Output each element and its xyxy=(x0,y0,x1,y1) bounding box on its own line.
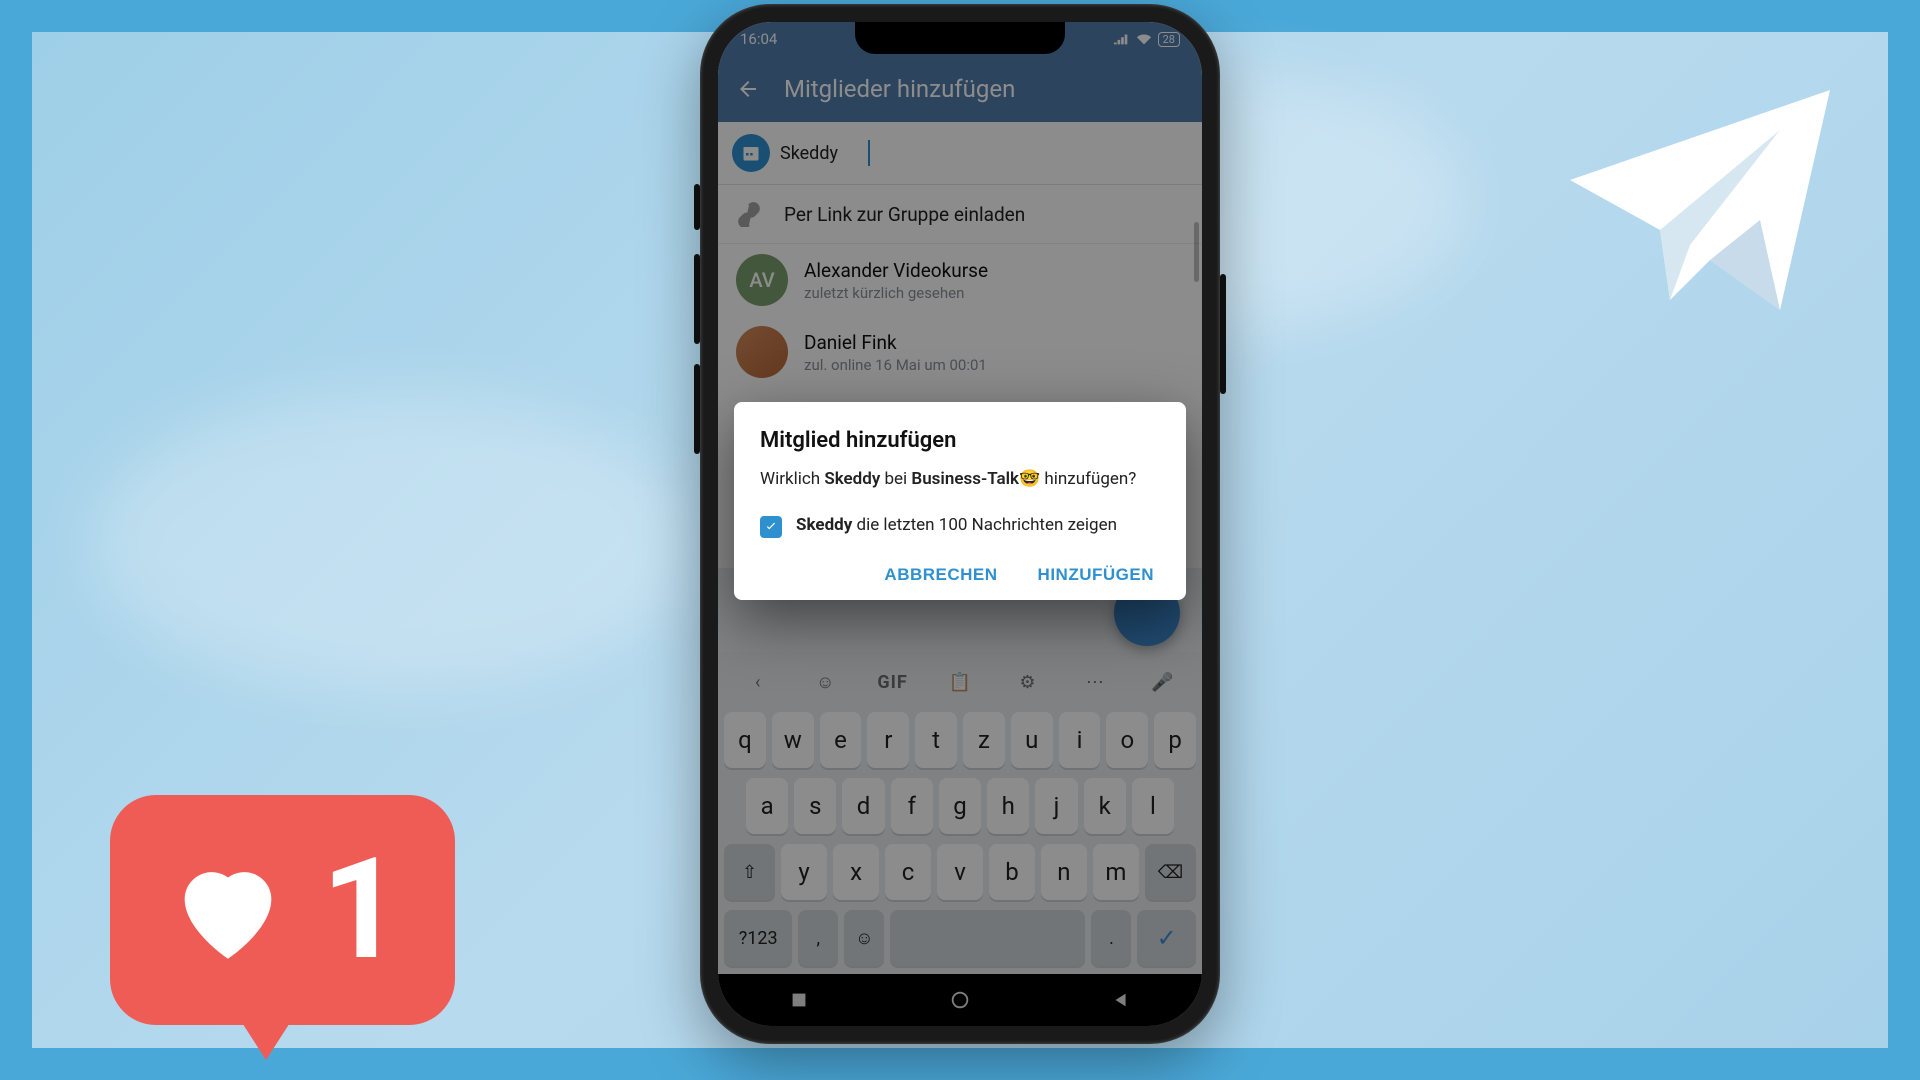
phone-notch xyxy=(855,22,1065,54)
add-member-dialog: Mitglied hinzufügen Wirklich Skeddy bei … xyxy=(734,402,1186,600)
dialog-body: Wirklich Skeddy bei Business-Talk🤓 hinzu… xyxy=(760,467,1160,492)
phone-frame: 16:04 28 Mitglieder hinzufügen xyxy=(700,4,1220,1044)
like-bubble: 1 xyxy=(110,795,455,1025)
cancel-button[interactable]: ABBRECHEN xyxy=(878,564,1003,586)
stage: 1 16:04 28 Mitglieder hinzu xyxy=(0,0,1920,1080)
phone-side-button xyxy=(694,184,700,230)
phone-side-button xyxy=(1220,274,1226,394)
phone-side-button xyxy=(694,364,700,454)
telegram-plane-icon xyxy=(1550,70,1850,330)
screen: 16:04 28 Mitglieder hinzufügen xyxy=(718,22,1202,1026)
checkbox-label: Skeddy die letzten 100 Nachrichten zeige… xyxy=(796,514,1117,538)
like-count: 1 xyxy=(321,840,401,980)
like-bubble-tail xyxy=(230,1004,302,1060)
dialog-title: Mitglied hinzufügen xyxy=(760,428,1160,453)
checkbox-checked-icon[interactable] xyxy=(760,516,782,538)
dialog-checkbox-row[interactable]: Skeddy die letzten 100 Nachrichten zeige… xyxy=(760,514,1160,538)
confirm-button[interactable]: HINZUFÜGEN xyxy=(1032,564,1160,586)
heart-icon xyxy=(163,845,293,975)
phone-side-button xyxy=(694,254,700,344)
